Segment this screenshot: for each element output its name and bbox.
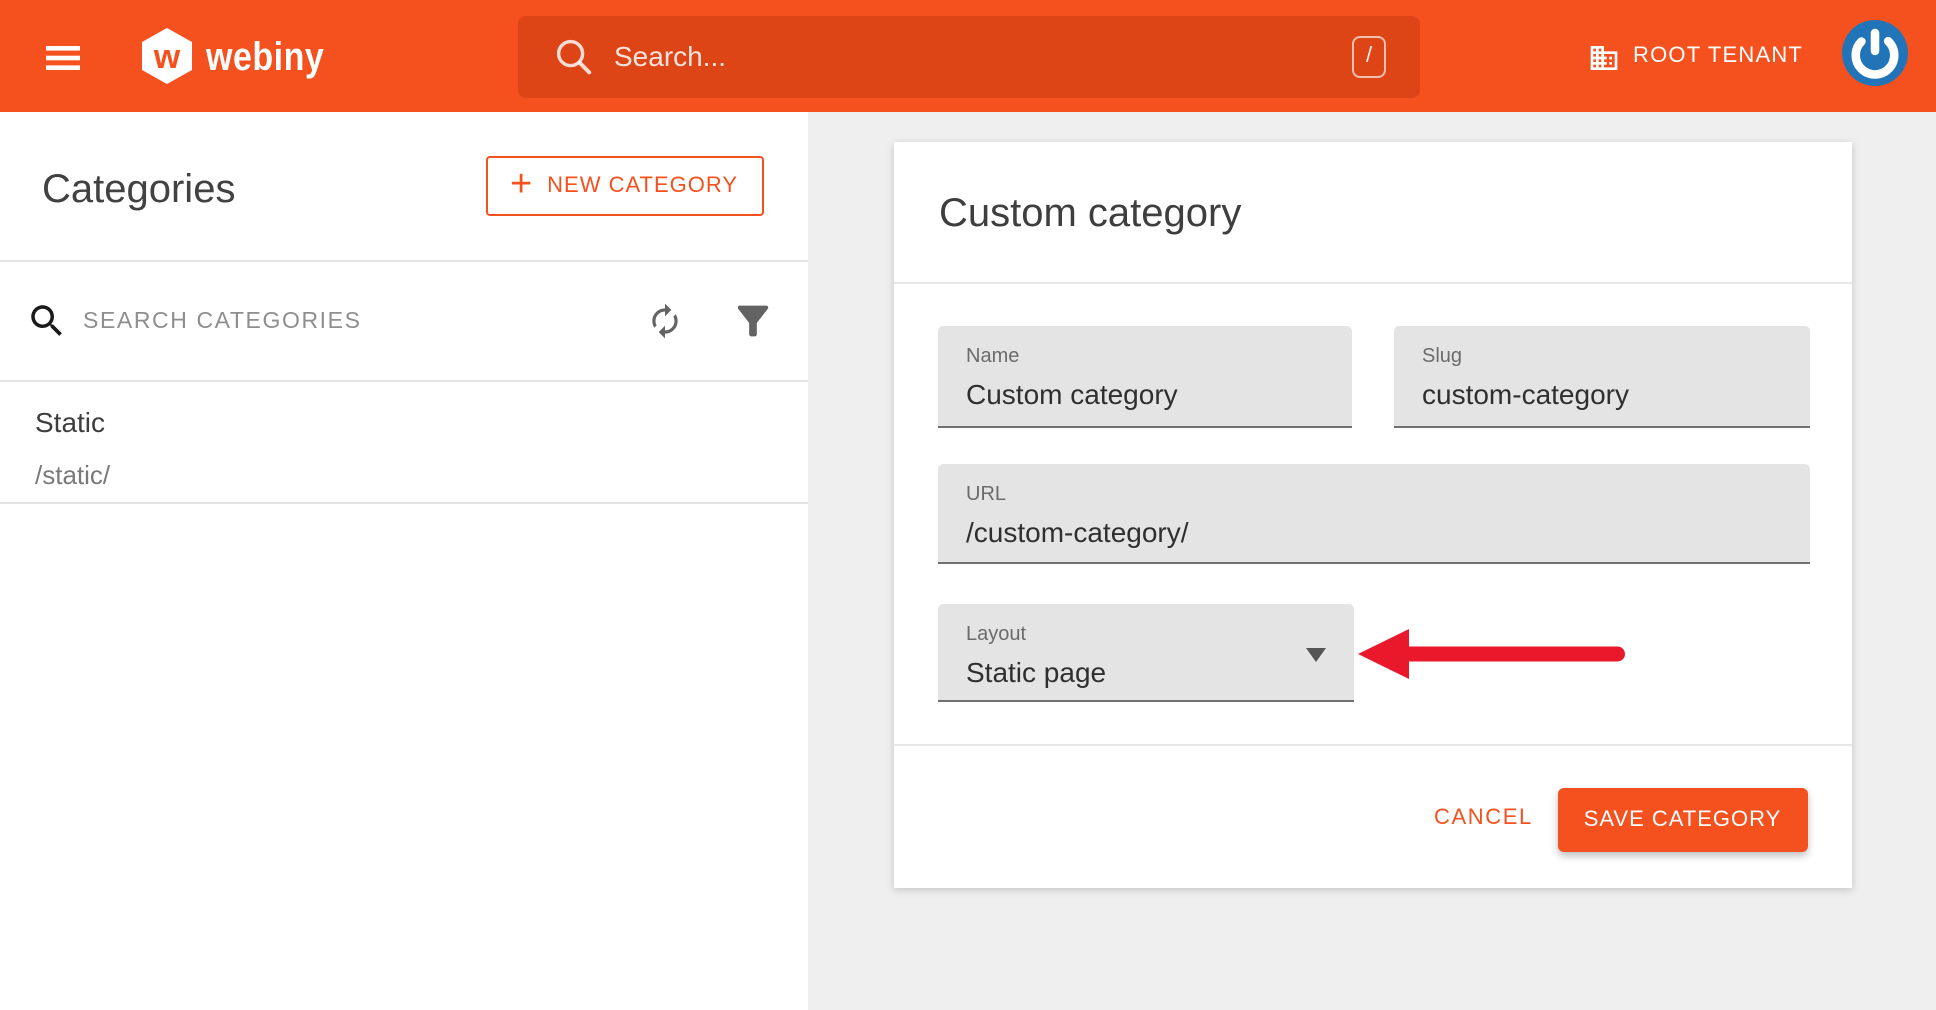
svg-text:w: w — [152, 38, 180, 76]
